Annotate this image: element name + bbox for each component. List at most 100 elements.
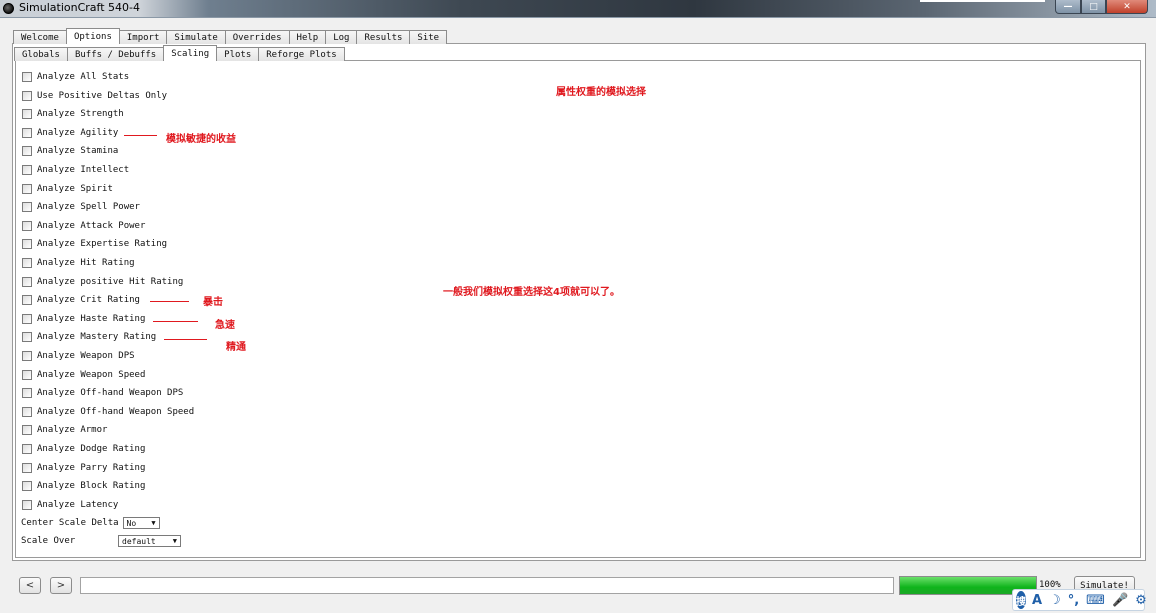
main-tab-bar: Welcome Options Import Simulate Override… (13, 28, 448, 44)
checkbox[interactable] (22, 276, 32, 287)
option-analyze-strength[interactable]: Analyze Strength (22, 108, 124, 120)
maximize-button[interactable]: □ (1081, 0, 1106, 14)
option-label: Analyze Spell Power (37, 202, 140, 213)
chevron-down-icon: ▼ (172, 537, 177, 545)
tab-options[interactable]: Options (65, 28, 120, 44)
tab-help[interactable]: Help (288, 30, 327, 44)
ime-settings-icon[interactable]: ⚙ (1135, 593, 1147, 608)
tab-welcome[interactable]: Welcome (13, 30, 67, 44)
checkbox[interactable] (22, 127, 32, 138)
option-analyze-latency[interactable]: Analyze Latency (22, 499, 118, 511)
checkbox[interactable] (22, 332, 32, 343)
app-icon (3, 3, 14, 14)
center-scale-delta-row: Center Scale Delta No ▼ (21, 516, 160, 530)
checkbox[interactable] (22, 313, 32, 324)
checkbox[interactable] (22, 444, 32, 454)
option-label: Analyze Off-hand Weapon DPS (37, 388, 184, 399)
option-label: Analyze Haste Rating (37, 313, 146, 324)
checkbox[interactable] (22, 388, 32, 399)
checkbox[interactable] (22, 295, 32, 306)
back-button[interactable]: < (19, 577, 41, 594)
option-analyze-mastery-rating[interactable]: Analyze Mastery Rating (22, 331, 156, 343)
tab-simulate[interactable]: Simulate (166, 30, 226, 44)
option-analyze-armor[interactable]: Analyze Armor (22, 424, 107, 436)
checkbox[interactable] (22, 258, 32, 268)
ime-punctuation-icon[interactable]: °, (1068, 593, 1079, 608)
option-analyze-stamina[interactable]: Analyze Stamina (22, 145, 118, 157)
option-analyze-hit-rating[interactable]: Analyze Hit Rating (22, 257, 135, 269)
tab-scaling[interactable]: Scaling (163, 45, 218, 61)
ime-logo-icon[interactable]: 搜 (1016, 591, 1026, 609)
option-analyze-crit-rating[interactable]: Analyze Crit Rating (22, 294, 140, 306)
option-label: Analyze Armor (37, 425, 108, 436)
checkbox[interactable] (22, 90, 32, 101)
center-scale-delta-select[interactable]: No ▼ (122, 517, 160, 529)
annotation-line-agility (124, 135, 157, 136)
option-analyze-dodge-rating[interactable]: Analyze Dodge Rating (22, 443, 145, 455)
option-analyze-haste-rating[interactable]: Analyze Haste Rating (22, 313, 145, 325)
option-analyze-expertise-rating[interactable]: Analyze Expertise Rating (22, 238, 167, 250)
checkbox[interactable] (22, 165, 32, 175)
option-use-positive-deltas-only[interactable]: Use Positive Deltas Only (22, 90, 167, 102)
checkbox[interactable] (22, 220, 32, 231)
tab-buffs-debuffs[interactable]: Buffs / Debuffs (66, 47, 165, 61)
checkbox[interactable] (22, 72, 32, 82)
tab-site[interactable]: Site (409, 30, 448, 44)
checkbox[interactable] (22, 183, 32, 194)
checkbox[interactable] (22, 109, 32, 120)
checkbox[interactable] (22, 499, 32, 510)
option-analyze-off-hand-weapon-dps[interactable]: Analyze Off-hand Weapon DPS (22, 387, 183, 399)
checkbox[interactable] (22, 202, 32, 213)
option-label: Analyze Crit Rating (37, 295, 140, 306)
tab-plots[interactable]: Plots (216, 47, 260, 61)
annotation-summary: 一般我们模拟权重选择这4项就可以了。 (443, 287, 620, 298)
checkbox[interactable] (22, 425, 32, 436)
select-value: default (122, 536, 156, 546)
option-analyze-block-rating[interactable]: Analyze Block Rating (22, 480, 145, 492)
option-analyze-parry-rating[interactable]: Analyze Parry Rating (22, 462, 145, 474)
window-controls: — □ ✕ (1055, 0, 1148, 14)
tab-globals[interactable]: Globals (14, 47, 68, 61)
option-label: Analyze Mastery Rating (37, 332, 157, 343)
checkbox[interactable] (22, 351, 32, 361)
checkbox[interactable] (22, 369, 32, 380)
checkbox[interactable] (22, 239, 32, 250)
checkbox[interactable] (22, 146, 32, 157)
option-analyze-spirit[interactable]: Analyze Spirit (22, 183, 113, 195)
checkbox[interactable] (22, 481, 32, 492)
ime-language-icon[interactable]: A (1032, 593, 1042, 608)
option-analyze-agility[interactable]: Analyze Agility (22, 127, 118, 139)
option-label: Analyze positive Hit Rating (37, 276, 184, 287)
option-analyze-intellect[interactable]: Analyze Intellect (22, 164, 129, 176)
option-label: Analyze Dodge Rating (37, 444, 146, 454)
close-button[interactable]: ✕ (1106, 0, 1148, 14)
checkbox[interactable] (22, 406, 32, 417)
ime-microphone-icon[interactable]: 🎤 (1112, 593, 1128, 608)
minimize-button[interactable]: — (1055, 0, 1081, 14)
annotation-mastery: 精通 (226, 342, 246, 353)
ime-halfwidth-icon[interactable]: ☽ (1049, 593, 1061, 608)
ime-keyboard-icon[interactable]: ⌨ (1086, 593, 1105, 608)
option-label: Analyze Intellect (37, 165, 130, 175)
tab-reforge-plots[interactable]: Reforge Plots (258, 47, 345, 61)
forward-button[interactable]: > (50, 577, 72, 594)
option-analyze-spell-power[interactable]: Analyze Spell Power (22, 201, 140, 213)
option-label: Analyze Agility (37, 127, 119, 138)
tab-log[interactable]: Log (325, 30, 358, 44)
option-analyze-all-stats[interactable]: Analyze All Stats (22, 71, 129, 83)
option-analyze-weapon-dps[interactable]: Analyze Weapon DPS (22, 350, 135, 362)
annotation-agility: 模拟敏捷的收益 (166, 134, 236, 145)
option-analyze-positive-hit-rating[interactable]: Analyze positive Hit Rating (22, 276, 183, 288)
option-analyze-off-hand-weapon-speed[interactable]: Analyze Off-hand Weapon Speed (22, 406, 194, 418)
tab-results[interactable]: Results (356, 30, 411, 44)
scale-over-select[interactable]: default ▼ (118, 535, 181, 547)
option-label: Analyze Latency (37, 499, 119, 510)
tab-overrides[interactable]: Overrides (224, 30, 290, 44)
option-label: Analyze Off-hand Weapon Speed (37, 406, 195, 417)
annotation-crit: 暴击 (203, 297, 223, 308)
option-analyze-weapon-speed[interactable]: Analyze Weapon Speed (22, 369, 145, 381)
checkbox[interactable] (22, 462, 32, 473)
tab-import[interactable]: Import (118, 30, 168, 44)
option-analyze-attack-power[interactable]: Analyze Attack Power (22, 220, 145, 232)
address-field[interactable] (80, 577, 894, 594)
